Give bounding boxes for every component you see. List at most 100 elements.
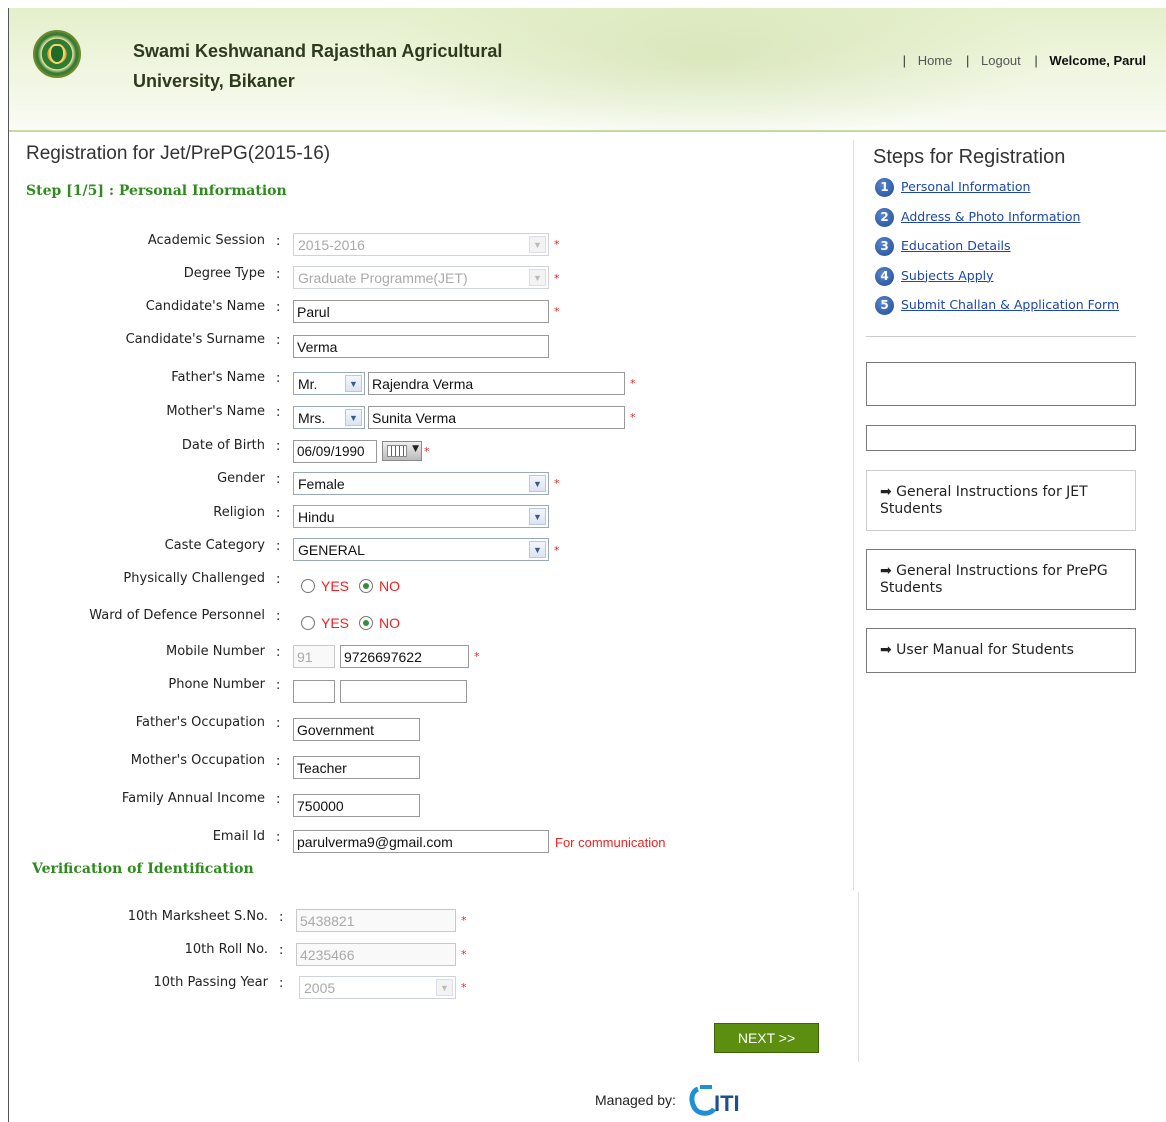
required-mark: * xyxy=(554,272,560,285)
marksheet-input[interactable]: 5438821 xyxy=(296,909,456,932)
physically-challenged-yes-radio[interactable] xyxy=(301,579,315,593)
step-link-submit[interactable]: Submit Challan & Application Form xyxy=(901,297,1119,312)
separator: | xyxy=(1034,53,1038,68)
top-links: | Home | Logout | Welcome, Parul xyxy=(893,53,1146,68)
colon: : xyxy=(276,267,281,282)
passing-year-row: 10th Passing Year xyxy=(0,975,268,1001)
degree-type-select[interactable]: Graduate Programme(JET) ▼ xyxy=(293,266,549,289)
jet-instructions-link[interactable]: ➡ General Instructions for JET Students xyxy=(880,484,1125,518)
home-link[interactable]: Home xyxy=(918,53,953,68)
mother-occupation-label: Mother's Occupation xyxy=(130,753,265,768)
required-mark: * xyxy=(630,377,636,390)
step-title: Step [1/5] : Personal Information xyxy=(26,183,287,199)
candidate-name-label: Candidate's Name xyxy=(145,299,265,314)
university-logo xyxy=(33,30,81,78)
colon: : xyxy=(276,716,281,731)
academic-session-select[interactable]: 2015-2016 ▼ xyxy=(293,233,549,256)
phone-number-input[interactable] xyxy=(340,680,467,703)
family-income-row: Family Annual Income xyxy=(0,791,265,817)
colon: : xyxy=(276,645,281,660)
email-input[interactable]: parulverma9@gmail.com xyxy=(293,830,549,853)
calendar-icon xyxy=(387,445,407,457)
candidate-surname-row: Candidate's Surname xyxy=(0,332,265,358)
roll-no-row: 10th Roll No. xyxy=(0,942,268,968)
mother-title-select[interactable]: Mrs. ▼ xyxy=(293,406,365,429)
colon: : xyxy=(276,506,281,521)
father-title-value: Mr. xyxy=(298,376,318,392)
chevron-down-icon: ▼ xyxy=(412,444,419,454)
mobile-number-input[interactable]: 9726697622 xyxy=(340,645,469,668)
candidate-surname-input[interactable]: Verma xyxy=(293,335,549,358)
mother-occupation-input[interactable]: Teacher xyxy=(293,756,420,779)
ward-defence-no-radio[interactable] xyxy=(359,616,374,630)
jet-instructions-box[interactable]: ➡ General Instructions for JET Students xyxy=(866,470,1136,531)
colon: : xyxy=(276,792,281,807)
step-number-badge: 2 xyxy=(875,207,894,227)
required-mark: * xyxy=(554,477,560,490)
step-number-badge: 3 xyxy=(875,237,894,256)
mobile-row: Mobile Number xyxy=(0,644,265,670)
calendar-button[interactable]: ▼ xyxy=(382,441,422,461)
chevron-down-icon: ▼ xyxy=(529,475,546,492)
university-name: Swami Keshwanand Rajasthan Agricultural … xyxy=(133,36,502,96)
step-number-badge: 5 xyxy=(875,296,894,315)
father-name-input[interactable]: Rajendra Verma xyxy=(368,372,625,395)
iti-logo: ITI xyxy=(689,1085,740,1116)
colon: : xyxy=(276,333,281,348)
step-link-subjects[interactable]: Subjects Apply xyxy=(901,268,994,283)
religion-select[interactable]: Hindu ▼ xyxy=(293,505,549,528)
candidate-name-input[interactable]: Parul xyxy=(293,300,549,323)
father-name-label: Father's Name xyxy=(171,370,265,385)
mobile-code-input[interactable]: 91 xyxy=(293,645,335,668)
step-number-badge: 4 xyxy=(875,266,894,286)
ward-defence-yes-radio[interactable] xyxy=(301,616,315,630)
candidate-name-row: Candidate's Name xyxy=(0,299,265,325)
father-occupation-input[interactable]: Government xyxy=(293,718,420,741)
required-mark: * xyxy=(554,544,560,557)
phone-code-input[interactable] xyxy=(293,680,335,703)
father-occupation-row: Father's Occupation xyxy=(0,715,265,741)
prepg-instructions-link[interactable]: ➡ General Instructions for PrePG Student… xyxy=(880,563,1125,597)
sidebar-divider xyxy=(853,140,854,890)
colon: : xyxy=(276,472,281,487)
caste-value: GENERAL xyxy=(298,542,365,558)
next-button[interactable]: NEXT >> xyxy=(714,1023,819,1053)
passing-year-label: 10th Passing Year xyxy=(153,975,268,990)
gender-select[interactable]: Female ▼ xyxy=(293,472,549,495)
father-title-select[interactable]: Mr. ▼ xyxy=(293,372,365,395)
academic-session-value: 2015-2016 xyxy=(298,237,365,253)
no-label: NO xyxy=(379,578,401,594)
candidate-surname-label: Candidate's Surname xyxy=(125,332,265,347)
step-link-personal[interactable]: Personal Information xyxy=(901,179,1030,194)
step-link-address[interactable]: Address & Photo Information xyxy=(901,209,1080,224)
physically-challenged-no-radio[interactable] xyxy=(359,579,374,593)
mobile-label: Mobile Number xyxy=(166,644,265,659)
mother-name-input[interactable]: Sunita Verma xyxy=(368,406,625,429)
welcome-text: Welcome, Parul xyxy=(1049,53,1146,68)
prepg-instructions-box[interactable]: ➡ General Instructions for PrePG Student… xyxy=(866,549,1136,610)
dob-input[interactable]: 06/09/1990 xyxy=(293,440,377,463)
managed-by-text: Managed by: xyxy=(595,1092,676,1108)
logout-link[interactable]: Logout xyxy=(981,53,1021,68)
step-link-education[interactable]: Education Details xyxy=(901,238,1011,253)
required-mark: * xyxy=(554,238,560,251)
verification-title: Verification of Identification xyxy=(32,861,254,877)
colon: : xyxy=(276,371,281,386)
mother-occupation-row: Mother's Occupation xyxy=(0,753,265,779)
required-mark: * xyxy=(554,305,560,318)
mother-name-row: Mother's Name xyxy=(0,404,265,430)
family-income-input[interactable]: 750000 xyxy=(293,794,420,817)
required-mark: * xyxy=(424,445,430,458)
user-manual-box[interactable]: ➡ User Manual for Students xyxy=(866,628,1136,673)
sidebar-divider xyxy=(858,892,859,1062)
roll-no-input[interactable]: 4235466 xyxy=(296,943,456,966)
passing-year-select[interactable]: 2005 ▼ xyxy=(299,976,456,999)
caste-select[interactable]: GENERAL ▼ xyxy=(293,538,549,561)
required-mark: * xyxy=(474,650,480,663)
user-manual-link[interactable]: ➡ User Manual for Students xyxy=(880,642,1125,659)
required-mark: * xyxy=(461,948,467,961)
family-income-label: Family Annual Income xyxy=(121,791,265,806)
marksheet-label: 10th Marksheet S.No. xyxy=(127,909,268,924)
yes-label: YES xyxy=(321,578,350,594)
religion-label: Religion xyxy=(213,505,265,520)
